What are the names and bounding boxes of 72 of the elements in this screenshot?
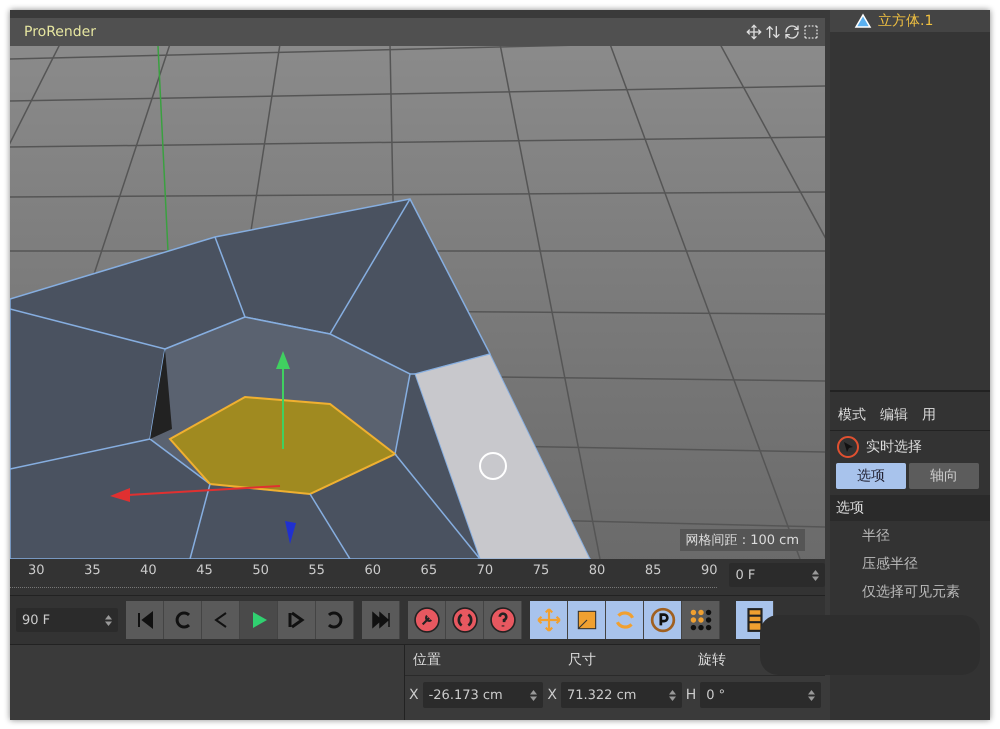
frame-number: 70 [476,563,494,580]
spinner-arrows-icon[interactable] [530,690,538,700]
playback-button[interactable] [316,601,354,639]
coordinate-field[interactable]: 71.322 cm [560,682,682,708]
frame-number: 75 [532,563,550,580]
tool-button[interactable] [568,601,606,639]
frame-number: 35 [84,563,101,580]
keyframe-button[interactable] [484,601,522,639]
rotate-icon[interactable] [784,24,800,40]
property-label: 半径 [861,527,891,546]
3d-viewport-drawing[interactable] [10,46,825,559]
spinner-arrows-icon[interactable] [808,690,816,700]
tool-button[interactable] [530,601,568,639]
tool-name: 实时选择 [866,438,922,456]
property-label: 仅选择可见元素 [861,583,961,602]
property-label: 压感半径 [861,555,919,574]
menu-item[interactable]: 模式 [838,406,866,424]
column-header: 旋转 [698,651,727,669]
frame-number: 30 [28,563,45,580]
move-arrows-icon [536,607,562,633]
playback-button[interactable] [240,601,278,639]
spinner-arrows-icon[interactable] [812,570,819,580]
end-frame-field[interactable]: 90 F [16,608,118,632]
move-icon[interactable] [746,24,762,40]
tool-button[interactable] [606,601,644,639]
axis-label: X [547,687,557,703]
playback-button[interactable] [278,601,316,639]
object-row[interactable]: 立方体.1 [830,10,990,32]
keyframe-button[interactable] [446,601,484,639]
arrows-icon[interactable] [765,24,781,40]
frame-number: 85 [644,563,662,580]
spinner-arrows-icon[interactable] [105,614,112,626]
section-header: 选项 [830,495,990,521]
frame-number: 45 [196,563,213,580]
question-icon [490,607,516,633]
frame-number: 40 [140,563,157,580]
frame-number: 90 [700,563,718,580]
tab[interactable]: 轴向 [909,463,979,489]
keyframe-button[interactable] [408,601,446,639]
p-circle-icon [650,607,676,633]
tab[interactable]: 选项 [836,463,906,489]
axis-label: H [686,687,696,703]
frame-number: 80 [588,563,606,580]
object-name: 立方体.1 [878,12,934,30]
column-header: 位置 [413,651,442,669]
playback-button[interactable] [362,601,400,639]
coordinate-field[interactable]: 0 ° [700,682,822,708]
menu-item[interactable]: 编辑 [880,406,908,424]
playback-button[interactable] [126,601,164,639]
timeline-ruler[interactable]: 30 35 40 45 50 55 60 65 70 75 80 85 90 [10,559,718,588]
window-icon[interactable] [803,24,819,40]
playback-button[interactable] [164,601,202,639]
frame-number: 65 [420,563,438,580]
axis-label: X [409,687,419,703]
playback-button[interactable] [202,601,240,639]
cube-triangle-icon [854,13,872,29]
coordinate-field[interactable]: -26.173 cm [422,682,544,708]
brackets-icon [452,607,478,633]
key-icon [414,607,440,633]
frame-number: 50 [252,563,269,580]
frame-number: 60 [364,563,382,580]
tool-button[interactable] [682,601,720,639]
column-header: 尺寸 [568,651,597,669]
viewport-title: ProRender [24,24,96,40]
spinner-arrows-icon[interactable] [668,690,676,700]
current-frame-field[interactable]: 0 F [729,563,825,587]
grid-spacing-label: 网格间距 : 100 cm [680,529,805,551]
tool-button[interactable] [644,601,682,639]
dot-grid-icon [688,607,714,633]
menu-item[interactable]: 用 [922,406,936,424]
frame-number: 55 [308,563,325,580]
cursor-circle-icon [836,435,860,459]
